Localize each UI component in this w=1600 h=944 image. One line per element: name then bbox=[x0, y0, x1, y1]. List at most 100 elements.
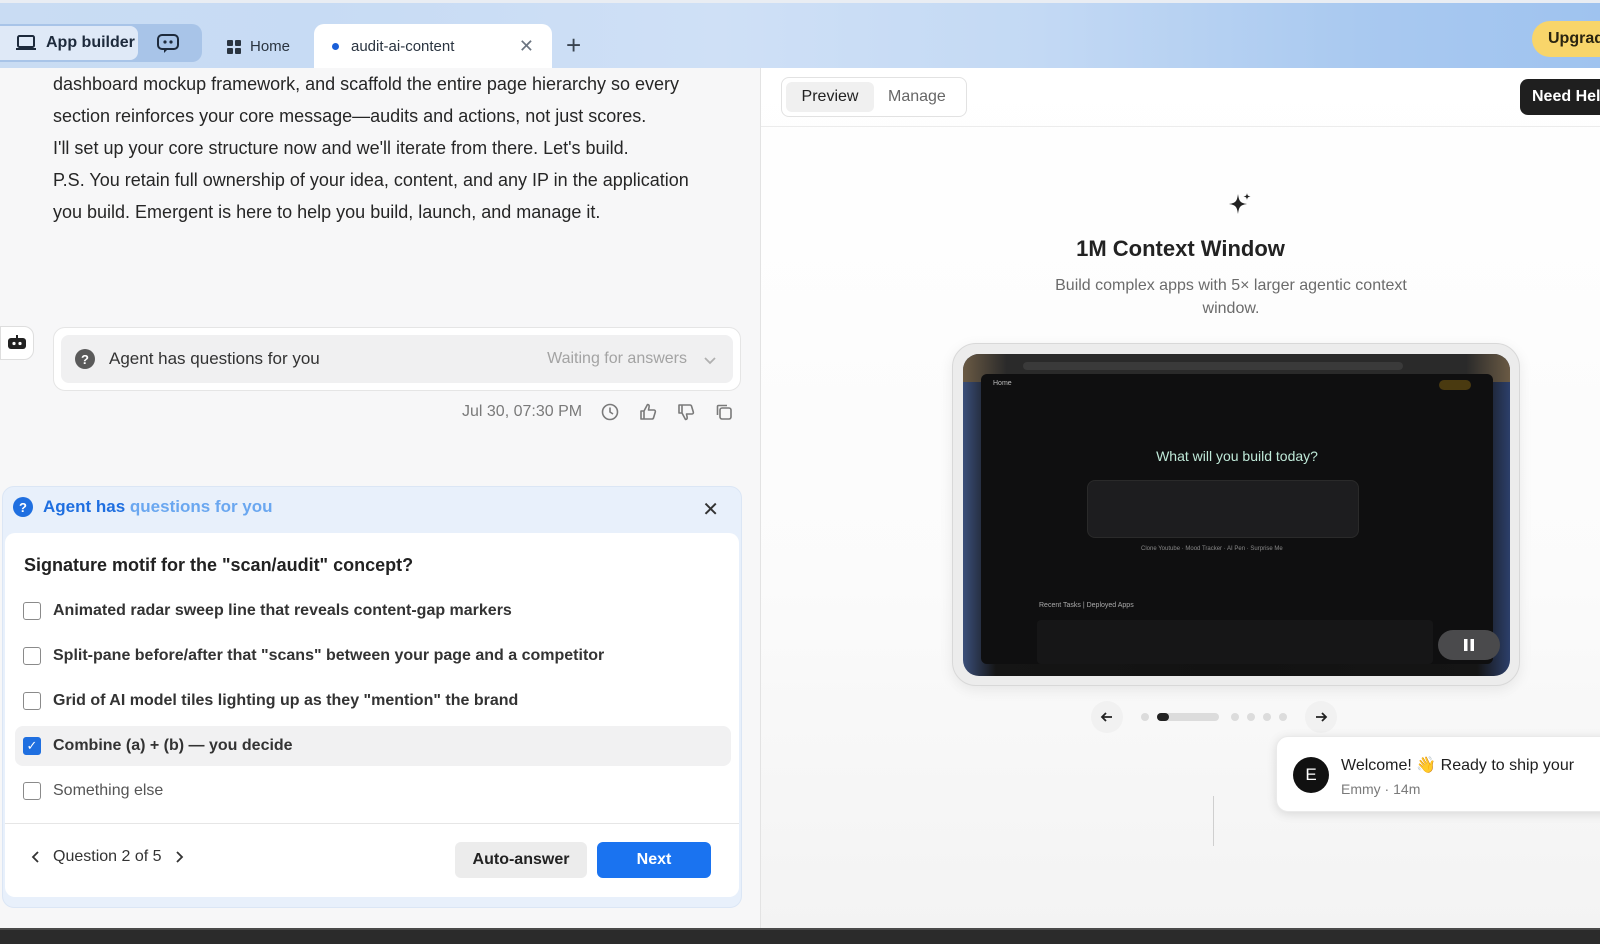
question-panel-header: ? Agent has questions for you bbox=[13, 497, 273, 517]
option-label: Grid of AI model tiles lighting up as th… bbox=[53, 692, 519, 709]
tab-manage[interactable]: Manage bbox=[888, 82, 946, 112]
option-combine[interactable]: ✓ Combine (a) + (b) — you decide bbox=[15, 726, 731, 766]
video-suggestion-chips: Clone Youtube · Mood Tracker · AI Pen · … bbox=[1141, 546, 1283, 552]
question-progress: Question 2 of 5 bbox=[53, 848, 162, 865]
questions-status-label: Agent has questions for you bbox=[109, 349, 320, 368]
question-pager: Question 2 of 5 bbox=[29, 848, 186, 866]
tab-audit-ai-content[interactable]: audit-ai-content ✕ bbox=[314, 24, 552, 69]
message-line: P.S. You retain full ownership of your i… bbox=[53, 170, 689, 190]
message-line: dashboard mockup framework, and scaffold… bbox=[53, 74, 680, 94]
sparkle-icon bbox=[1229, 193, 1251, 214]
checkbox[interactable] bbox=[23, 647, 41, 665]
close-tab-icon[interactable]: ✕ bbox=[519, 36, 534, 57]
question-footer: Question 2 of 5 Auto-answer Next bbox=[5, 823, 739, 897]
checkbox[interactable] bbox=[23, 692, 41, 710]
app-builder-group: App builder bbox=[0, 24, 202, 62]
video-credits-badge bbox=[1439, 380, 1471, 390]
chevron-right-icon[interactable] bbox=[172, 850, 186, 864]
app-builder-label: App builder bbox=[46, 34, 135, 51]
welcome-meta: Emmy · 14m bbox=[1341, 781, 1421, 797]
option-label: Split-pane before/after that "scans" bet… bbox=[53, 647, 605, 664]
chevron-down-icon[interactable] bbox=[703, 353, 717, 367]
next-button[interactable]: Next bbox=[597, 842, 711, 878]
feature-title: 1M Context Window bbox=[1076, 236, 1285, 261]
carousel-dot-active bbox=[1157, 713, 1169, 721]
arrow-right-icon bbox=[1316, 712, 1328, 722]
active-dot-icon bbox=[332, 43, 339, 50]
question-panel-title-suffix: questions for you bbox=[129, 497, 273, 516]
need-help-button[interactable]: Need Hel bbox=[1520, 79, 1600, 115]
agent-avatar bbox=[0, 326, 34, 360]
question-body: Signature motif for the "scan/audit" con… bbox=[5, 533, 739, 823]
thumbs-down-icon[interactable] bbox=[676, 402, 696, 422]
question-title: Signature motif for the "scan/audit" con… bbox=[24, 555, 414, 575]
divider bbox=[761, 126, 1600, 127]
pause-button[interactable] bbox=[1438, 630, 1500, 660]
option-split-pane[interactable]: Split-pane before/after that "scans" bet… bbox=[15, 636, 731, 676]
checkbox-checked[interactable]: ✓ bbox=[23, 737, 41, 755]
option-label: Combine (a) + (b) — you decide bbox=[53, 737, 293, 754]
question-icon: ? bbox=[13, 497, 33, 517]
welcome-time: 14m bbox=[1393, 781, 1421, 797]
carousel-dot[interactable] bbox=[1279, 713, 1287, 721]
option-label: Something else bbox=[53, 782, 164, 799]
video-home-label: Home bbox=[993, 380, 1012, 387]
questions-status-card[interactable]: ? Agent has questions for you Waiting fo… bbox=[53, 327, 741, 391]
agent-message: dashboard mockup framework, and scaffold… bbox=[53, 68, 743, 228]
robot-icon bbox=[8, 335, 26, 349]
option-something-else[interactable]: Something else bbox=[15, 771, 731, 811]
tab-home[interactable]: Home bbox=[226, 24, 290, 69]
message-line: you build. Emergent is here to help you … bbox=[53, 202, 601, 222]
video-tasks-table bbox=[1037, 620, 1433, 664]
carousel-dot[interactable] bbox=[1231, 713, 1239, 721]
chat-panel: dashboard mockup framework, and scaffold… bbox=[0, 68, 760, 928]
video-headline: What will you build today? bbox=[1156, 448, 1318, 464]
preview-manage-toggle: Preview Manage bbox=[781, 77, 967, 117]
history-icon[interactable] bbox=[600, 402, 620, 422]
question-icon: ? bbox=[75, 349, 95, 369]
chat-bot-icon[interactable] bbox=[156, 32, 180, 54]
arrow-left-icon bbox=[1100, 712, 1112, 722]
question-panel-title-prefix: Agent has bbox=[43, 497, 130, 516]
thumbs-up-icon[interactable] bbox=[638, 402, 658, 422]
feature-video[interactable]: Home What will you build today? Clone Yo… bbox=[963, 354, 1510, 676]
video-url-bar bbox=[1023, 362, 1403, 370]
message-meta: Jul 30, 07:30 PM bbox=[462, 402, 734, 422]
preview-panel: Preview Manage Need Hel 1M Context Windo… bbox=[761, 68, 1600, 928]
welcome-text: Welcome! 👋 Ready to ship your bbox=[1341, 757, 1575, 774]
tab-active-label: audit-ai-content bbox=[351, 38, 455, 55]
checkbox[interactable] bbox=[23, 602, 41, 620]
carousel-controls bbox=[1091, 701, 1337, 733]
video-app-screen: Home What will you build today? Clone Yo… bbox=[981, 374, 1493, 664]
close-icon[interactable]: ✕ bbox=[702, 497, 719, 522]
welcome-notification[interactable]: E Welcome! 👋 Ready to ship your Emmy · 1… bbox=[1276, 736, 1600, 812]
carousel-dot[interactable] bbox=[1263, 713, 1271, 721]
welcome-sender: Emmy bbox=[1341, 781, 1381, 797]
carousel-next-button[interactable] bbox=[1305, 701, 1337, 733]
carousel-dot[interactable] bbox=[1247, 713, 1255, 721]
app-builder-button[interactable]: App builder bbox=[0, 26, 138, 60]
tab-home-label: Home bbox=[250, 38, 291, 55]
tab-preview[interactable]: Preview bbox=[786, 82, 874, 112]
decorative-line bbox=[1213, 796, 1214, 846]
question-panel-title: Agent has questions for you bbox=[43, 497, 273, 517]
auto-answer-button[interactable]: Auto-answer bbox=[455, 842, 587, 878]
new-tab-icon[interactable]: + bbox=[566, 30, 581, 61]
message-line: section reinforces your core message—aud… bbox=[53, 106, 647, 126]
upgrade-button[interactable]: Upgrad bbox=[1532, 21, 1600, 57]
option-label: Animated radar sweep line that reveals c… bbox=[53, 602, 512, 619]
carousel-prev-button[interactable] bbox=[1091, 701, 1123, 733]
carousel-dot[interactable] bbox=[1141, 713, 1149, 721]
waiting-status: Waiting for answers bbox=[547, 350, 687, 367]
avatar: E bbox=[1293, 757, 1329, 793]
message-timestamp: Jul 30, 07:30 PM bbox=[462, 403, 583, 420]
checkbox[interactable] bbox=[23, 782, 41, 800]
option-radar-sweep[interactable]: Animated radar sweep line that reveals c… bbox=[15, 591, 731, 631]
option-model-grid[interactable]: Grid of AI model tiles lighting up as th… bbox=[15, 681, 731, 721]
message-line: I'll set up your core structure now and … bbox=[53, 138, 629, 158]
copy-icon[interactable] bbox=[714, 402, 734, 422]
video-tasks-header: Recent Tasks | Deployed Apps bbox=[1039, 602, 1134, 609]
questions-status-inner: ? Agent has questions for you Waiting fo… bbox=[61, 335, 733, 383]
chevron-left-icon[interactable] bbox=[29, 850, 43, 864]
video-input-box bbox=[1087, 480, 1359, 538]
